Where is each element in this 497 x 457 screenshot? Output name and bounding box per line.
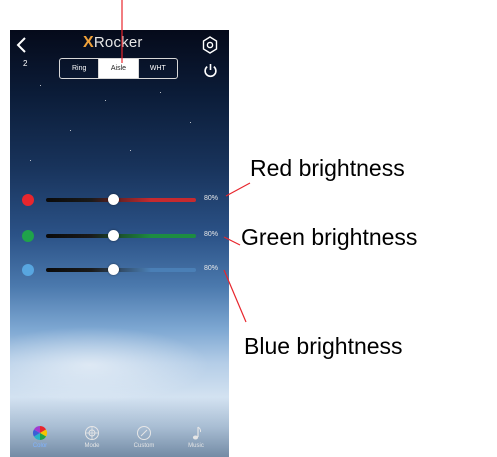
nav-item-color[interactable]: Color [18, 421, 62, 455]
mode-segment-wht[interactable]: WHT [137, 59, 177, 78]
star [70, 130, 71, 131]
power-icon[interactable] [203, 63, 218, 78]
phone-screen: XRocker 2 Ring Aisle WHT 80% 80% 80% Color [10, 30, 229, 457]
green-slider-track[interactable] [46, 234, 196, 238]
bottom-navigation: Color Mode Custom Music [10, 421, 229, 457]
star [160, 92, 161, 93]
annotation-red-brightness: Red brightness [250, 155, 405, 181]
annotation-blue-brightness: Blue brightness [244, 333, 403, 359]
star [190, 122, 191, 123]
star [40, 85, 41, 86]
blue-brightness-value: 80% [204, 265, 219, 272]
star [105, 100, 106, 101]
pointer-line-red [225, 182, 251, 197]
blue-color-dot [22, 264, 34, 276]
nav-label: Music [188, 443, 204, 449]
nav-label: Custom [133, 443, 155, 449]
nav-item-music[interactable]: Music [174, 421, 218, 455]
green-color-dot [22, 230, 34, 242]
blue-brightness-slider[interactable]: 80% [22, 263, 229, 277]
green-brightness-slider[interactable]: 80% [22, 229, 229, 243]
mode-icon [85, 426, 99, 440]
red-brightness-value: 80% [204, 195, 219, 202]
mode-segmented-control: Ring Aisle WHT [59, 58, 178, 79]
mode-segment-ring[interactable]: Ring [60, 59, 98, 78]
star [30, 160, 31, 161]
annotation-green-brightness: Green brightness [241, 224, 418, 250]
gear-icon[interactable] [201, 36, 219, 54]
star [130, 150, 131, 151]
blue-slider-knob[interactable] [108, 264, 119, 275]
red-slider-knob[interactable] [108, 194, 119, 205]
custom-icon [137, 426, 151, 440]
back-chevron-icon[interactable] [12, 35, 32, 55]
green-slider-knob[interactable] [108, 230, 119, 241]
nav-item-mode[interactable]: Mode [70, 421, 114, 455]
mode-segment-aisle[interactable]: Aisle [98, 59, 138, 78]
blue-slider-track[interactable] [46, 268, 196, 272]
page-number: 2 [23, 59, 28, 68]
green-brightness-value: 80% [204, 231, 219, 238]
app-logo: XRocker [83, 34, 143, 51]
nav-item-custom[interactable]: Custom [122, 421, 166, 455]
red-color-dot [22, 194, 34, 206]
music-note-icon [192, 426, 202, 440]
red-brightness-slider[interactable]: 80% [22, 193, 229, 207]
nav-label: Mode [84, 443, 100, 449]
color-wheel-icon [33, 426, 47, 440]
red-slider-track[interactable] [46, 198, 196, 202]
nav-label: Color [32, 443, 48, 449]
